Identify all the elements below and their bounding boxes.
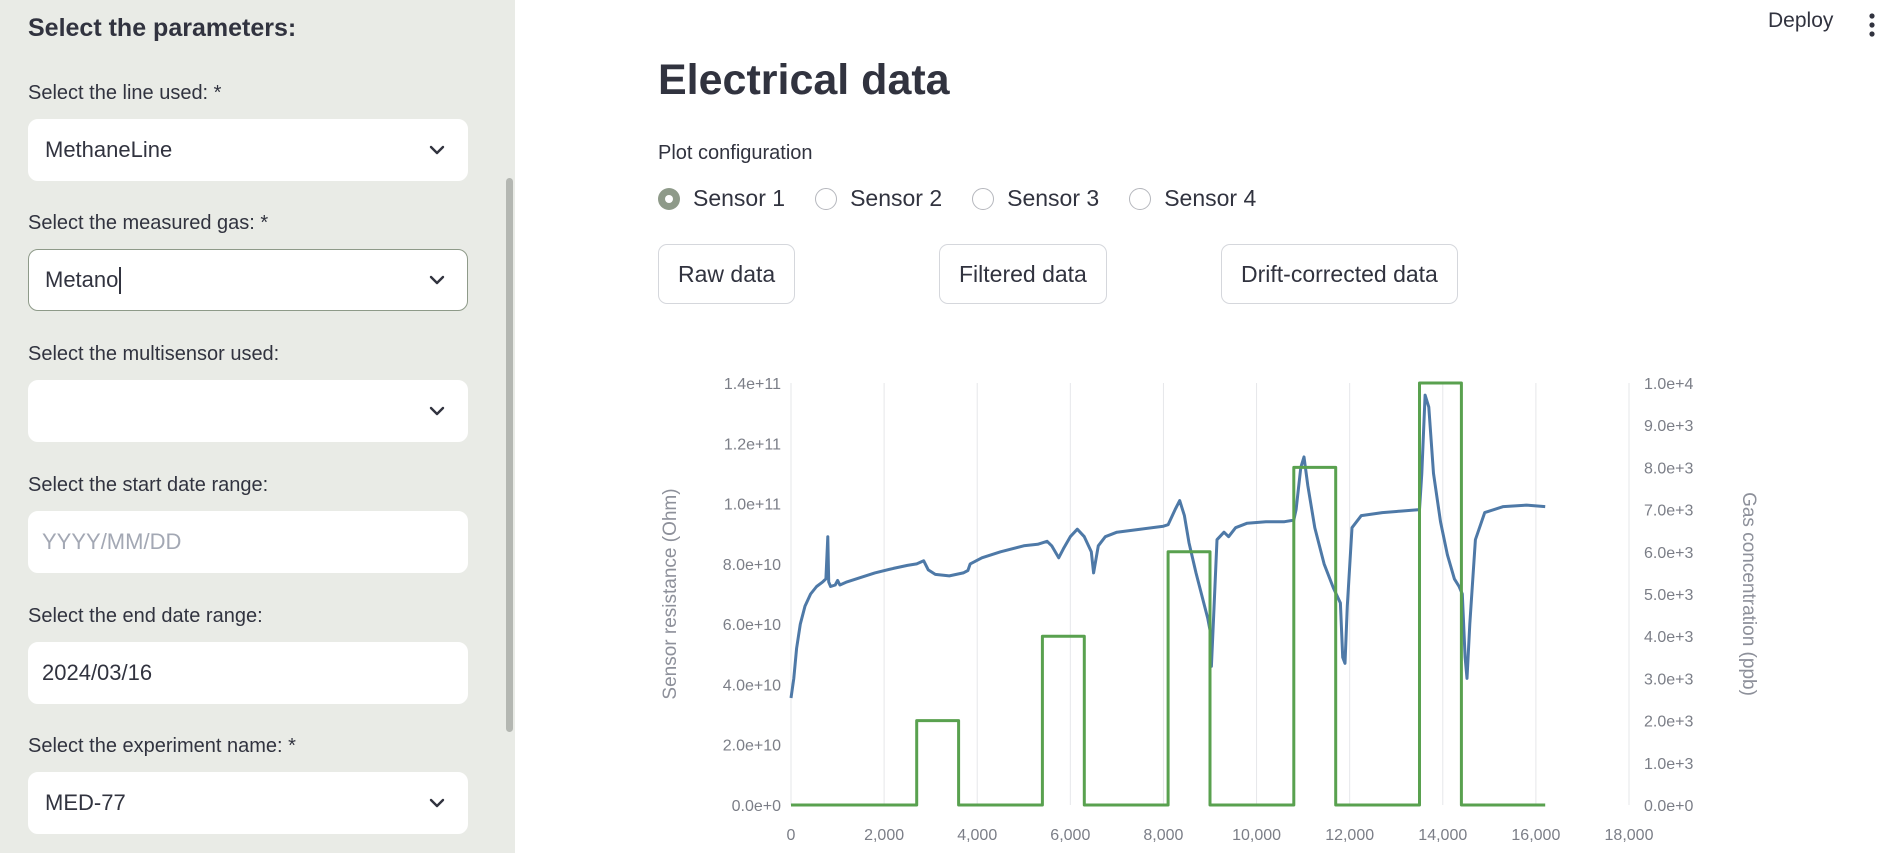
end-date-label: Select the end date range:	[28, 605, 263, 627]
gas-select-value: Metano	[45, 267, 119, 292]
x-tick-label: 0	[787, 827, 796, 844]
x-tick-label: 14,000	[1418, 827, 1467, 844]
raw-data-button[interactable]: Raw data	[658, 244, 796, 304]
y2-tick-label: 1.0e+4	[1644, 376, 1693, 393]
multisensor-field: Select the multisensor used:	[28, 340, 468, 442]
start-date-field: Select the start date range: YYYY/MM/DD	[28, 471, 468, 573]
x-tick-label: 2,000	[864, 827, 904, 844]
y-tick-label: 8.0e+10	[723, 557, 781, 574]
experiment-label: Select the experiment name: *	[28, 735, 296, 757]
drift-corrected-data-button[interactable]: Drift-corrected data	[1221, 244, 1458, 304]
y-tick-label: 1.4e+11	[724, 376, 781, 393]
y-tick-label: 1.2e+11	[724, 436, 781, 453]
sensor-radio-group: Sensor 1 Sensor 2 Sensor 3 Sensor 4	[658, 185, 1286, 212]
y2-tick-label: 2.0e+3	[1644, 714, 1693, 731]
y-axis-label: Sensor resistance (Ohm)	[660, 488, 681, 699]
start-date-input[interactable]: YYYY/MM/DD	[28, 511, 468, 573]
y2-tick-label: 4.0e+3	[1644, 629, 1693, 646]
line-field: Select the line used: * MethaneLine	[28, 79, 468, 181]
end-date-field: Select the end date range: 2024/03/16	[28, 602, 468, 704]
x-tick-label: 10,000	[1232, 827, 1281, 844]
start-date-placeholder: YYYY/MM/DD	[42, 529, 182, 554]
experiment-field: Select the experiment name: * MED-77	[28, 732, 468, 834]
end-date-value: 2024/03/16	[42, 660, 153, 685]
x-tick-label: 6,000	[1050, 827, 1090, 844]
y-tick-label: 4.0e+10	[723, 677, 781, 694]
deploy-button[interactable]: Deploy	[1768, 9, 1833, 33]
y-tick-label: 1.0e+11	[724, 497, 781, 514]
radio-circle	[815, 187, 838, 210]
chevron-down-icon	[429, 406, 445, 416]
radio-circle	[972, 187, 995, 210]
y2-tick-label: 3.0e+3	[1644, 671, 1693, 688]
start-date-label: Select the start date range:	[28, 474, 269, 496]
radio-circle	[658, 187, 680, 210]
x-tick-label: 8,000	[1143, 827, 1183, 844]
sidebar: Select the parameters: Select the line u…	[0, 0, 515, 853]
y2-tick-label: 1.0e+3	[1644, 756, 1693, 773]
chart-svg: 0 2,000 4,000 6,000 8,000 10,000 12,000 14,000 1…	[660, 376, 1759, 844]
radio-sensor-4[interactable]: Sensor 4	[1129, 185, 1256, 212]
page-title: Electrical data	[658, 56, 950, 104]
radio-label: Sensor 2	[850, 185, 943, 211]
y2-tick-label: 9.0e+3	[1644, 418, 1693, 435]
radio-label: Sensor 3	[1007, 185, 1100, 211]
line-label: Select the line used: *	[28, 82, 222, 104]
kebab-menu-icon[interactable]	[1867, 12, 1877, 38]
radio-sensor-2[interactable]: Sensor 2	[815, 185, 942, 212]
y2-tick-label: 5.0e+3	[1644, 587, 1693, 604]
y2-tick-label: 6.0e+3	[1644, 545, 1693, 562]
x-tick-label: 16,000	[1511, 827, 1560, 844]
y2-tick-label: 0.0e+0	[1644, 798, 1693, 815]
chevron-down-icon	[429, 798, 445, 808]
y-tick-label: 6.0e+10	[723, 617, 781, 634]
multisensor-label: Select the multisensor used:	[28, 343, 280, 365]
x-tick-label: 18,000	[1605, 827, 1654, 844]
y2-tick-label: 8.0e+3	[1644, 460, 1693, 477]
gas-field: Select the measured gas: * Metano	[28, 209, 468, 311]
electrical-data-chart[interactable]: 0 2,000 4,000 6,000 8,000 10,000 12,000 14,000 1…	[650, 368, 1780, 853]
plot-config-label: Plot configuration	[658, 142, 813, 164]
radio-sensor-3[interactable]: Sensor 3	[972, 185, 1099, 212]
radio-sensor-1[interactable]: Sensor 1	[658, 185, 785, 212]
line-select-value: MethaneLine	[45, 137, 173, 162]
x-tick-label: 4,000	[957, 827, 997, 844]
y2-axis-label: Gas concentration (ppb)	[1738, 492, 1759, 696]
multisensor-select[interactable]	[28, 380, 468, 442]
chevron-down-icon	[429, 145, 445, 155]
text-caret	[119, 266, 122, 294]
sidebar-header: Select the parameters:	[28, 14, 297, 42]
x-tick-label: 12,000	[1325, 827, 1374, 844]
experiment-select-value: MED-77	[45, 790, 126, 815]
y-tick-label: 0.0e+0	[732, 798, 781, 815]
line-select[interactable]: MethaneLine	[28, 119, 468, 181]
radio-label: Sensor 4	[1164, 185, 1257, 211]
radio-circle	[1129, 187, 1152, 210]
filtered-data-button[interactable]: Filtered data	[939, 244, 1107, 304]
y-tick-label: 2.0e+10	[723, 738, 781, 755]
end-date-input[interactable]: 2024/03/16	[28, 642, 468, 704]
y2-tick-label: 7.0e+3	[1644, 503, 1693, 520]
radio-label: Sensor 1	[693, 185, 786, 211]
experiment-select[interactable]: MED-77	[28, 772, 468, 834]
gas-label: Select the measured gas: *	[28, 212, 269, 234]
sidebar-scrollbar[interactable]	[506, 178, 513, 732]
gas-select[interactable]: Metano	[28, 249, 468, 311]
chevron-down-icon	[429, 275, 445, 285]
